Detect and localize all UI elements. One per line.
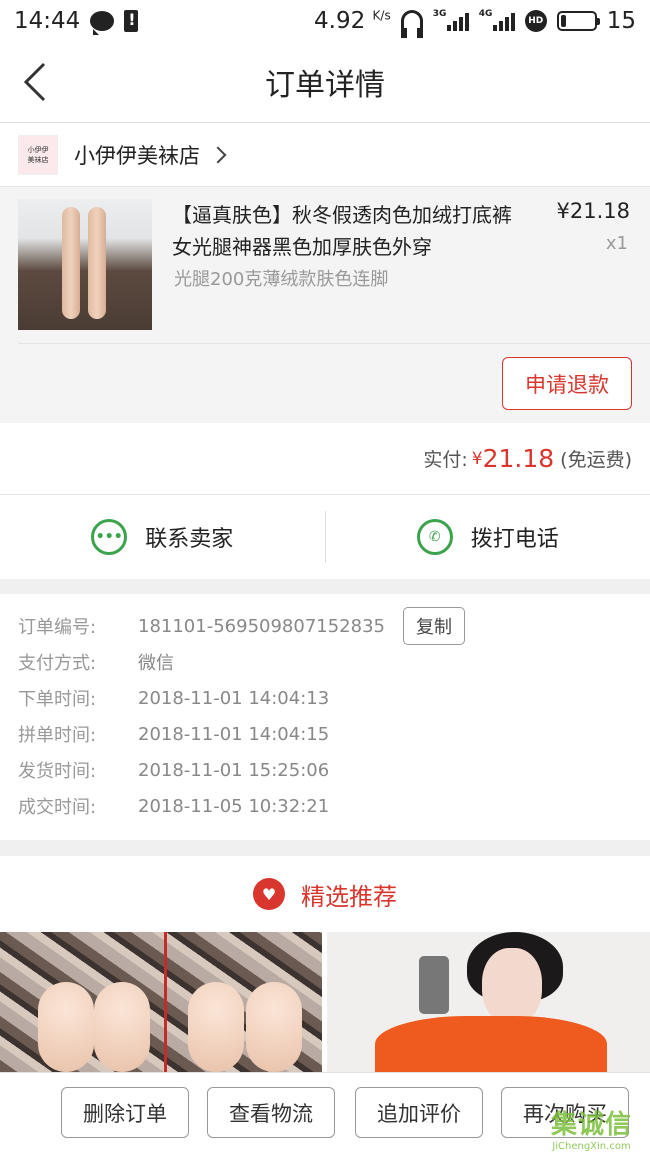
recommend-label: 精选推荐 <box>301 882 397 911</box>
view-logistics-button[interactable]: 查看物流 <box>207 1087 335 1138</box>
back-arrow-icon[interactable] <box>22 60 62 104</box>
chat-icon: ••• <box>91 519 128 555</box>
ship-time-value: 2018-11-01 15:25:06 <box>138 759 330 781</box>
headphone-icon <box>400 10 423 38</box>
phone-icon: ✆ <box>416 519 453 555</box>
order-info-row: 支付方式: 微信 <box>0 644 650 680</box>
hd-icon: HD <box>524 10 547 32</box>
order-time-label: 下单时间: <box>18 689 97 710</box>
product-quantity: x1 <box>605 233 628 254</box>
order-info-row: 订单编号: 181101-569509807152835 复制 <box>0 607 650 645</box>
currency-symbol: ¥ <box>471 448 483 469</box>
status-time: 14:44 <box>14 8 81 34</box>
battery-icon <box>556 11 600 31</box>
refund-button[interactable]: 申请退款 <box>502 357 632 410</box>
status-bar: 14:44 4.92 K/s 3G 4G HD 15 <box>0 0 650 42</box>
recommend-grid <box>0 932 650 1072</box>
group-time-label: 拼单时间: <box>18 725 97 746</box>
shop-row[interactable]: 小伊伊 美袜店 小伊伊美袜店 <box>0 123 650 187</box>
deal-time-label: 成交时间: <box>18 797 97 818</box>
shop-name[interactable]: 小伊伊美袜店 <box>74 140 200 170</box>
order-info-row: 下单时间: 2018-11-01 14:04:13 <box>0 680 650 716</box>
order-info-row: 成交时间: 2018-11-05 10:32:21 <box>0 788 650 824</box>
chevron-right-icon <box>209 146 227 163</box>
deal-time-value: 2018-11-05 10:32:21 <box>138 795 330 817</box>
signal-4g-icon: 4G <box>479 9 515 31</box>
call-label: 拨打电话 <box>470 527 559 552</box>
delete-order-button[interactable]: 删除订单 <box>61 1087 189 1138</box>
ship-time-label: 发货时间: <box>18 761 97 782</box>
shipping-note: (免运费) <box>560 449 632 471</box>
watermark-logo: 集诚信 JiChengXin.com <box>550 1109 632 1152</box>
copy-button[interactable]: 复制 <box>403 607 465 645</box>
alert-icon <box>124 10 139 32</box>
order-number-label: 订单编号: <box>18 617 97 638</box>
page-title: 订单详情 <box>265 68 385 103</box>
call-button[interactable]: ✆ 拨打电话 <box>326 495 650 579</box>
signal-3g-icon: 3G <box>433 9 469 31</box>
payment-label: 实付: <box>423 449 468 471</box>
product-card[interactable]: 【逼真肤色】秋冬假透肉色加绒打底裤女光腿神器黑色加厚肤色外穿 光腿200克薄绒款… <box>0 187 650 423</box>
order-info-row: 发货时间: 2018-11-01 15:25:06 <box>0 752 650 788</box>
contact-seller-label: 联系卖家 <box>145 527 234 552</box>
payment-summary: 实付: ¥ 21.18 (免运费) <box>0 423 650 495</box>
group-time-value: 2018-11-01 14:04:15 <box>138 723 330 745</box>
order-info: 订单编号: 181101-569509807152835 复制 支付方式: 微信… <box>0 594 650 840</box>
recommend-header: ♥ 精选推荐 <box>0 856 650 932</box>
contact-seller-button[interactable]: ••• 联系卖家 <box>0 495 325 579</box>
payment-method-value: 微信 <box>138 653 174 674</box>
order-number-value: 181101-569509807152835 <box>138 615 385 637</box>
payment-method-label: 支付方式: <box>18 653 97 674</box>
contact-bar: ••• 联系卖家 ✆ 拨打电话 <box>0 495 650 579</box>
recommend-item[interactable] <box>327 932 650 1072</box>
heart-icon: ♥ <box>253 878 285 910</box>
add-review-button[interactable]: 追加评价 <box>355 1087 483 1138</box>
product-variant: 光腿200克薄绒款肤色连脚 <box>174 269 389 290</box>
product-title[interactable]: 【逼真肤色】秋冬假透肉色加绒打底裤女光腿神器黑色加厚肤色外穿 <box>172 199 522 263</box>
product-image[interactable] <box>18 199 152 330</box>
product-price: ¥21.18 <box>556 199 630 223</box>
battery-level: 15 <box>606 8 636 34</box>
order-info-row: 拼单时间: 2018-11-01 14:04:15 <box>0 716 650 752</box>
shop-logo: 小伊伊 美袜店 <box>18 134 58 175</box>
order-time-value: 2018-11-01 14:04:13 <box>138 687 330 709</box>
divider <box>18 343 650 344</box>
message-icon <box>90 11 115 35</box>
nav-bar: 订单详情 <box>0 42 650 123</box>
recommend-item[interactable] <box>0 932 322 1072</box>
payment-amount: 21.18 <box>482 444 555 473</box>
network-speed: 4.92 K/s <box>314 8 391 34</box>
